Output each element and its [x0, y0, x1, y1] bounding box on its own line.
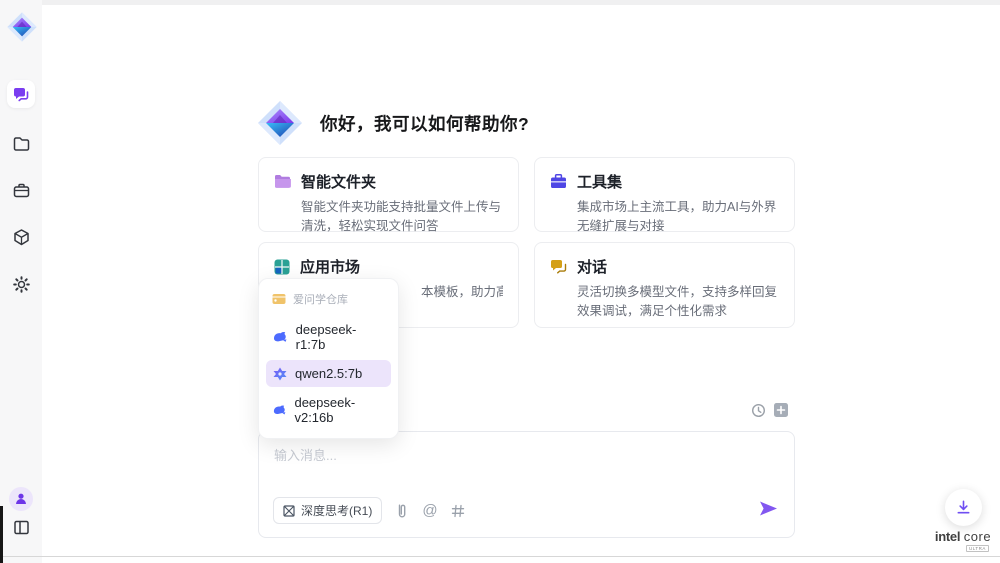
greeting-logo-icon: [256, 98, 304, 148]
repo-icon: [272, 293, 286, 305]
card-dialog[interactable]: 对话 灵活切换多模型文件，支持多样回复效果调试，满足个性化需求: [534, 242, 795, 328]
model-dropdown: 爱问学仓库 deepseek-r1:7b qwen2.5:7b deepseek…: [258, 278, 399, 439]
panel-layout-icon: [12, 518, 31, 537]
attach-file-button[interactable]: [395, 503, 409, 519]
message-input-placeholder: 输入消息...: [274, 445, 337, 464]
card-title: 工具集: [577, 171, 622, 192]
sidebar-item-toolkit[interactable]: [0, 181, 42, 200]
intel-ultra-badge: ULTRA: [966, 545, 989, 552]
deep-think-label: 深度思考(R1): [301, 502, 372, 519]
deepseek-whale-icon: [273, 404, 286, 416]
sidebar-item-models[interactable]: [0, 228, 42, 247]
logo-diamond-icon: [6, 11, 38, 43]
message-composer[interactable]: 输入消息... 深度思考(R1) @: [258, 431, 795, 538]
sidebar-item-settings[interactable]: [0, 275, 42, 294]
download-icon: [955, 499, 972, 516]
window-edge-artifact: [0, 506, 3, 563]
card-smart-folder[interactable]: 智能文件夹 智能文件夹功能支持批量文件上传与清洗，轻松实现文件问答: [258, 157, 519, 232]
sidebar-item-folders[interactable]: [0, 134, 42, 153]
composer-toolbar: 深度思考(R1) @: [273, 497, 465, 524]
greeting-title: 你好，我可以如何帮助你?: [320, 111, 529, 136]
dropdown-item-deepseek-v2[interactable]: deepseek-v2:16b: [266, 389, 391, 431]
intel-core-text: core: [964, 529, 991, 544]
qwen-icon: [273, 367, 287, 381]
dropdown-item-label: deepseek-r1:7b: [296, 322, 384, 352]
dropdown-item-label: qwen2.5:7b: [295, 366, 362, 381]
card-toolkit[interactable]: 工具集 集成市场上主流工具，助力AI与外界无缝扩展与对接: [534, 157, 795, 232]
card-desc: 灵活切换多模型文件，支持多样回复效果调试，满足个性化需求: [577, 283, 779, 321]
card-desc: 集成市场上主流工具，助力AI与外界无缝扩展与对接: [577, 198, 779, 236]
card-desc: 智能文件夹功能支持批量文件上传与清洗，轻松实现文件问答: [301, 198, 503, 236]
download-button[interactable]: [945, 489, 982, 526]
briefcase-icon: [12, 181, 31, 200]
send-button[interactable]: [759, 500, 778, 522]
history-button[interactable]: [751, 403, 766, 423]
intel-brand-text: intel: [935, 529, 960, 544]
dropdown-item-label: deepseek-v2:16b: [294, 395, 384, 425]
collapse-panel-button[interactable]: [0, 518, 42, 537]
dropdown-group-label: 爱问学仓库: [293, 291, 348, 307]
briefcase-indigo-icon: [550, 174, 567, 189]
app-logo[interactable]: [6, 11, 38, 43]
app-market-icon: [274, 259, 290, 275]
intel-core-logo: intel core ULTRA: [928, 529, 998, 552]
grid-hash-icon: [451, 504, 465, 518]
dropdown-group-header: 爱问学仓库: [266, 286, 391, 314]
new-chat-icon: [773, 402, 789, 418]
chat-icon: [12, 85, 30, 103]
gear-icon: [12, 275, 31, 294]
new-chat-button[interactable]: [773, 402, 789, 423]
sidebar: [0, 0, 42, 563]
mention-button[interactable]: @: [422, 502, 437, 519]
paperclip-icon: [395, 503, 409, 519]
window-top-edge: [0, 0, 1000, 5]
dropdown-item-qwen[interactable]: qwen2.5:7b: [266, 360, 391, 387]
send-icon: [759, 500, 778, 517]
template-grid-button[interactable]: [451, 504, 465, 518]
user-icon: [14, 492, 28, 506]
history-clock-icon: [751, 403, 766, 418]
card-title: 应用市场: [300, 256, 360, 277]
at-icon: @: [422, 502, 437, 519]
dropdown-item-deepseek-r1[interactable]: deepseek-r1:7b: [266, 316, 391, 358]
card-title: 智能文件夹: [301, 171, 376, 192]
cube-icon: [12, 228, 31, 247]
deep-think-icon: [283, 505, 295, 517]
greeting: 你好，我可以如何帮助你?: [256, 98, 529, 148]
folder-icon: [12, 134, 31, 153]
dialog-gold-icon: [550, 259, 567, 274]
deep-think-toggle[interactable]: 深度思考(R1): [273, 497, 382, 524]
card-desc-visible: 本模板，助力高效生成多: [421, 283, 503, 302]
sidebar-item-chat[interactable]: [7, 80, 35, 108]
user-avatar[interactable]: [9, 487, 33, 511]
deepseek-whale-icon: [273, 331, 288, 343]
card-title: 对话: [577, 256, 607, 277]
folder-purple-icon: [274, 174, 291, 189]
window-bottom-edge: [0, 556, 1000, 557]
